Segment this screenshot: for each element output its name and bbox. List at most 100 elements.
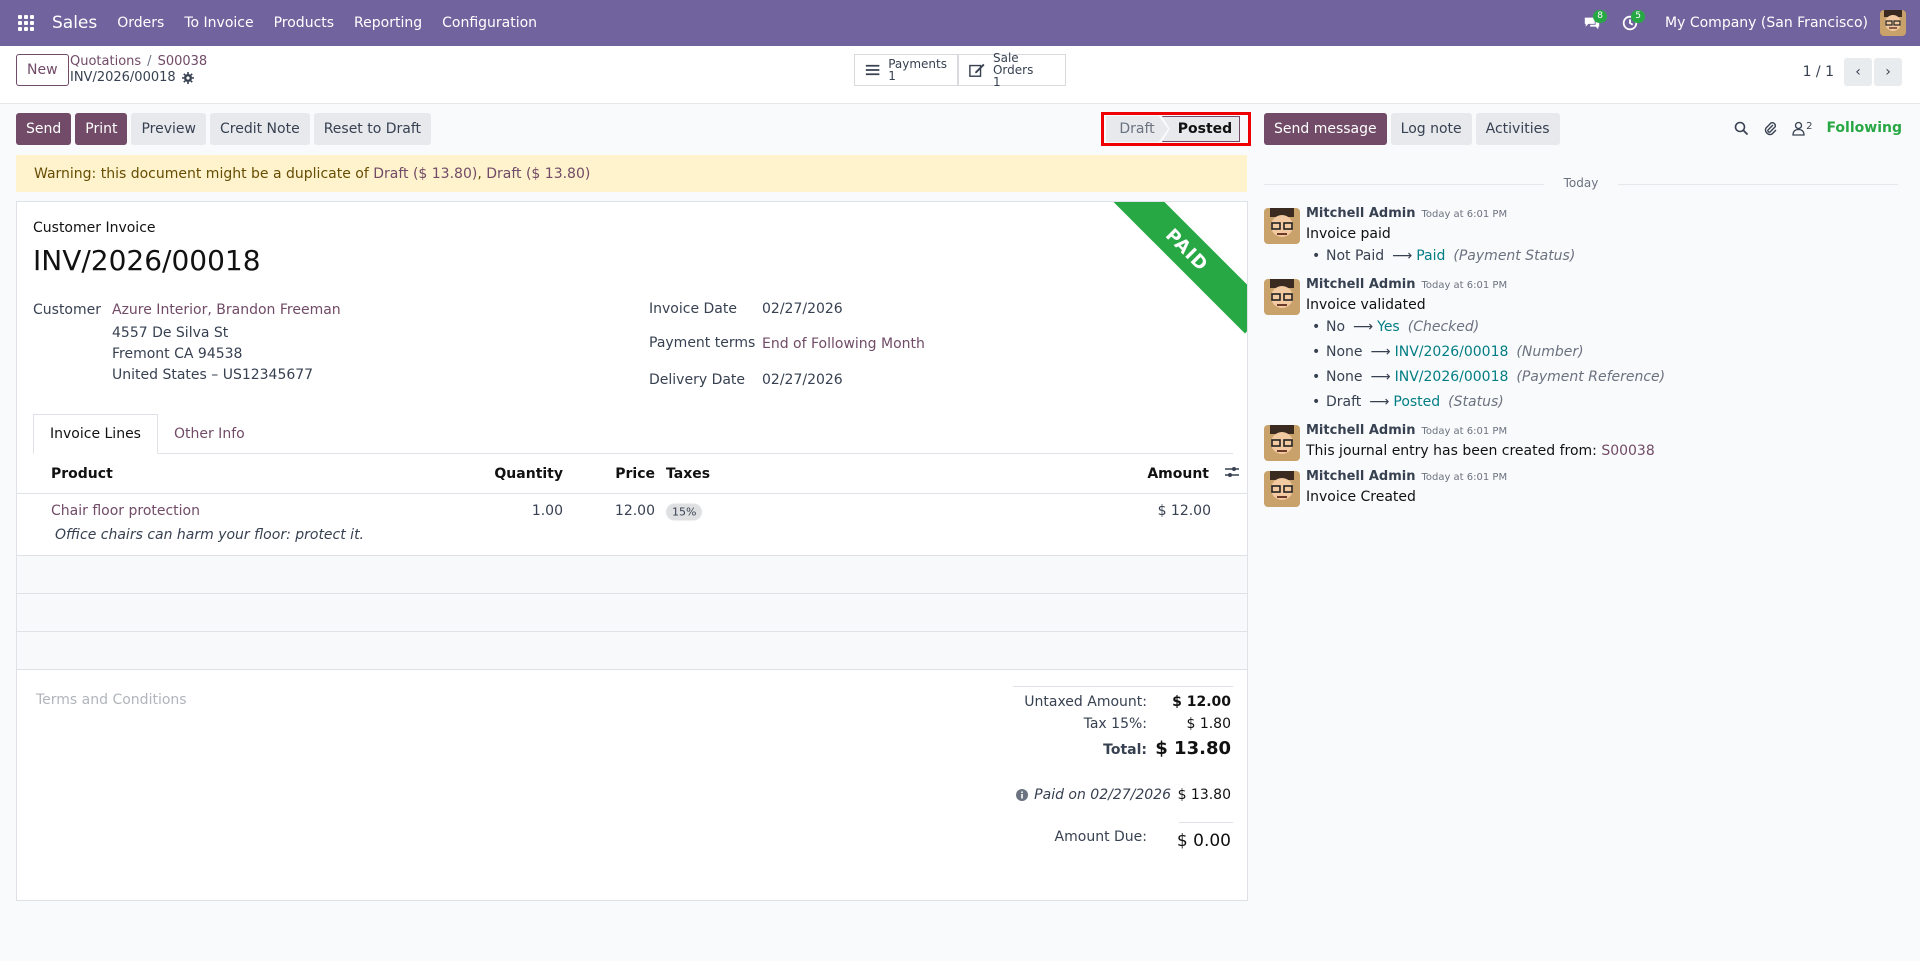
messages-button[interactable]: 8	[1575, 0, 1609, 46]
message-date: Today at 6:01 PM	[1421, 472, 1508, 483]
source-order-link[interactable]: S00038	[1601, 443, 1654, 459]
reset-to-draft-button[interactable]: Reset to Draft	[313, 113, 432, 145]
menu-products[interactable]: Products	[274, 15, 334, 31]
arrow-right-icon: ⟶	[1353, 319, 1374, 335]
info-icon[interactable]	[1016, 789, 1029, 801]
duplicate-warning: Warning: this document might be a duplic…	[16, 155, 1247, 192]
menu-reporting[interactable]: Reporting	[354, 15, 422, 31]
column-product[interactable]: Product	[51, 466, 113, 482]
message-body: Invoice paid	[1306, 226, 1391, 242]
column-taxes[interactable]: Taxes	[666, 466, 710, 482]
sale-orders-smart-button[interactable]: Sale Orders 1	[958, 51, 1066, 88]
company-switcher[interactable]: My Company (San Francisco)	[1665, 15, 1868, 31]
pager-value[interactable]: 1 / 1	[1803, 64, 1834, 80]
message-author[interactable]: Mitchell Admin	[1306, 206, 1415, 221]
author-avatar[interactable]	[1264, 208, 1300, 244]
payments-count: 1	[888, 69, 896, 83]
following-button[interactable]: Following	[1826, 120, 1902, 136]
edit-icon	[969, 63, 985, 77]
log-note-button[interactable]: Log note	[1390, 113, 1472, 145]
amount-due-label: Amount Due:	[1054, 829, 1147, 845]
user-avatar[interactable]	[1880, 10, 1906, 36]
tab-other-info[interactable]: Other Info	[158, 414, 261, 454]
menu-to-invoice[interactable]: To Invoice	[184, 15, 253, 31]
chatter-actions: Send message Log note Activities	[1264, 113, 1560, 145]
pager-previous-button[interactable]: ‹	[1844, 58, 1872, 86]
tracking-new: Paid	[1416, 248, 1446, 264]
breadcrumb-quotations[interactable]: Quotations	[70, 54, 141, 69]
message-author[interactable]: Mitchell Admin	[1306, 277, 1415, 292]
list-icon	[865, 64, 880, 76]
duplicate-link-1[interactable]: Draft ($ 13.80)	[373, 166, 477, 182]
total-label: Total:	[1103, 742, 1147, 758]
warning-text: Warning: this document might be a duplic…	[34, 165, 369, 182]
status-posted[interactable]: Posted	[1162, 116, 1240, 142]
tab-invoice-lines[interactable]: Invoice Lines	[33, 414, 158, 454]
gear-icon[interactable]	[181, 71, 194, 84]
chatter-message: Mitchell Admin Today at 6:01 PM Invoice p…	[1264, 206, 1904, 276]
menu-configuration[interactable]: Configuration	[442, 15, 537, 31]
breadcrumb-order[interactable]: S00038	[158, 54, 208, 69]
activities-button[interactable]: Activities	[1475, 113, 1560, 145]
payment-terms[interactable]: End of Following Month	[762, 336, 925, 352]
author-avatar[interactable]	[1264, 279, 1300, 315]
search-icon[interactable]	[1734, 121, 1749, 136]
send-button[interactable]: Send	[16, 113, 72, 145]
delivery-date-label: Delivery Date	[649, 372, 746, 388]
preview-button[interactable]: Preview	[131, 113, 206, 145]
message-author[interactable]: Mitchell Admin	[1306, 469, 1415, 484]
tracking-new: Posted	[1393, 394, 1441, 410]
table-row[interactable]: Chair floor protection Office chairs can…	[17, 494, 1247, 556]
column-price[interactable]: Price	[615, 466, 655, 482]
new-button[interactable]: New	[16, 54, 69, 86]
status-draft[interactable]: Draft	[1106, 116, 1168, 142]
untaxed-amount: $ 12.00	[1172, 694, 1231, 710]
credit-note-button[interactable]: Credit Note	[209, 113, 310, 145]
empty-row	[17, 594, 1247, 632]
tax-amount: $ 1.80	[1186, 716, 1231, 732]
chatter-message: Mitchell Admin Today at 6:01 PM This jour…	[1264, 423, 1904, 467]
message-author[interactable]: Mitchell Admin	[1306, 423, 1415, 438]
activities-button[interactable]: 5	[1613, 0, 1647, 46]
arrow-right-icon: ⟶	[1370, 344, 1391, 360]
invoice-date[interactable]: 02/27/2026	[762, 301, 843, 317]
author-avatar[interactable]	[1264, 425, 1300, 461]
paperclip-icon[interactable]	[1763, 121, 1778, 136]
optional-columns-icon[interactable]	[1225, 466, 1239, 482]
app-name[interactable]: Sales	[52, 13, 97, 33]
empty-row	[17, 556, 1247, 594]
message-date: Today at 6:01 PM	[1421, 280, 1508, 291]
paid-ribbon: PAID	[1103, 202, 1247, 334]
menu-orders[interactable]: Orders	[117, 15, 164, 31]
table-header: Product Quantity Price Taxes Amount	[17, 454, 1247, 494]
pager: 1 / 1 ‹ ›	[1803, 58, 1902, 86]
duplicate-link-2[interactable]: Draft ($ 13.80)	[486, 166, 590, 182]
arrow-right-icon: ⟶	[1392, 248, 1413, 264]
payments-label: Payments	[888, 57, 947, 71]
author-avatar[interactable]	[1264, 471, 1300, 507]
print-button[interactable]: Print	[75, 113, 128, 145]
line-product[interactable]: Chair floor protection	[51, 503, 200, 519]
chatter-tools: 2 Following	[1734, 120, 1902, 136]
tracking-value: • Not Paid ⟶ Paid (Payment Status)	[1312, 248, 1576, 264]
column-amount[interactable]: Amount	[1147, 466, 1209, 482]
line-tax-badge: 15%	[666, 503, 703, 521]
delivery-date[interactable]: 02/27/2026	[762, 372, 843, 388]
customer-name[interactable]: Azure Interior, Brandon Freeman	[112, 302, 341, 318]
date-separator: Today	[1264, 176, 1898, 190]
message-text: This journal entry has been created from…	[1306, 443, 1597, 459]
chatter: Send message Log note Activities 2 Follo…	[1264, 104, 1920, 961]
tracking-value: • Draft ⟶ Posted (Status)	[1312, 394, 1504, 410]
payments-smart-button[interactable]: Payments 1	[854, 54, 958, 86]
terms-and-conditions[interactable]: Terms and Conditions	[36, 692, 187, 708]
sale-orders-label: Sale Orders	[992, 51, 1034, 77]
chatter-message: Mitchell Admin Today at 6:01 PM Invoice C…	[1264, 469, 1904, 513]
send-message-button[interactable]: Send message	[1264, 113, 1387, 145]
pager-next-button[interactable]: ›	[1874, 58, 1902, 86]
apps-menu-icon[interactable]	[0, 0, 52, 46]
message-body: This journal entry has been created from…	[1306, 443, 1655, 459]
followers-button[interactable]: 2	[1792, 121, 1812, 136]
totals-divider	[1013, 686, 1233, 687]
column-quantity[interactable]: Quantity	[494, 466, 563, 482]
tracking-value: • None ⟶ INV/2026/00018 (Payment Reference)	[1312, 369, 1666, 385]
